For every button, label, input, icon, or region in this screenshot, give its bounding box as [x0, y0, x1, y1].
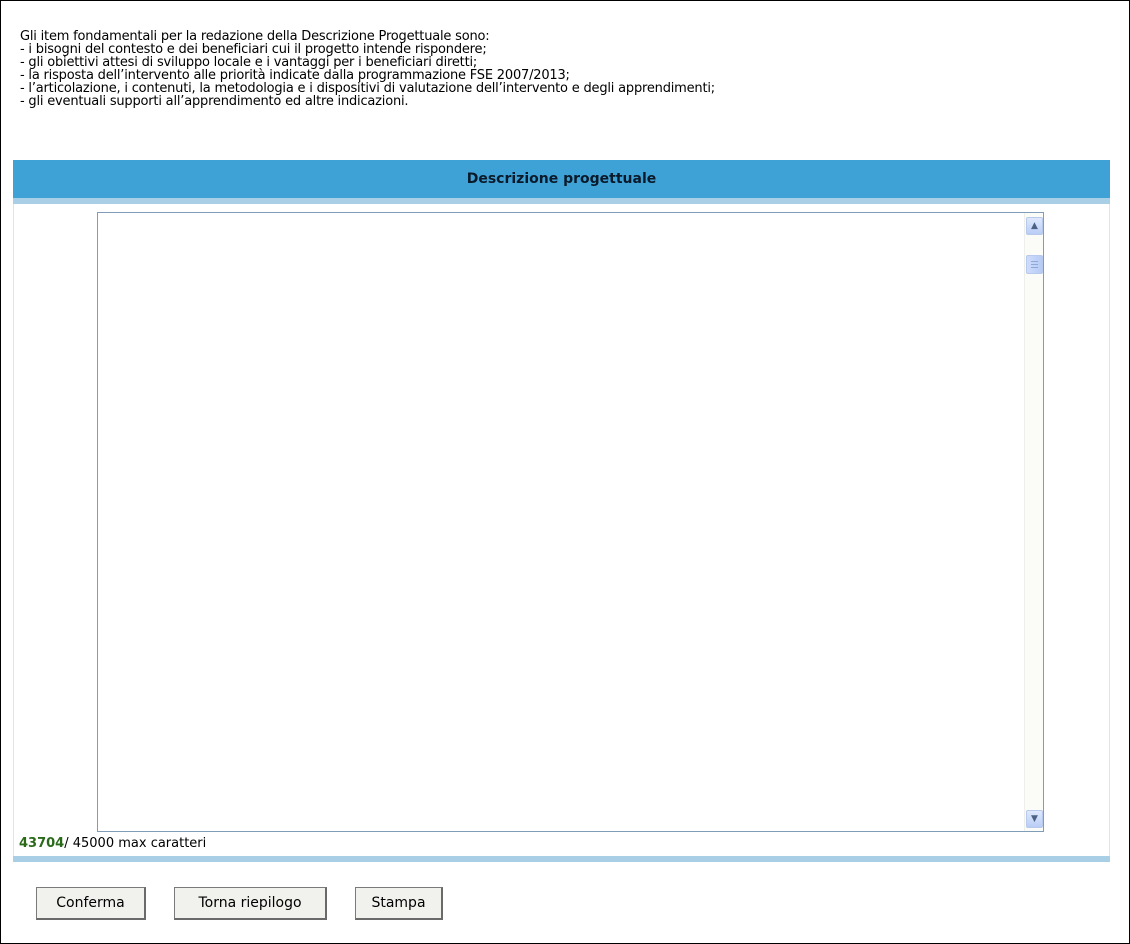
scroll-up-icon[interactable]: ▲ [1026, 217, 1043, 235]
instructions-text: Gli item fondamentali per la redazione d… [20, 30, 1110, 108]
scrollbar-thumb[interactable] [1026, 255, 1043, 274]
description-textarea[interactable]: ▲ ▼ [97, 212, 1044, 832]
textarea-scrollbar[interactable]: ▲ ▼ [1024, 213, 1043, 831]
panel-body: ▲ ▼ 43704/ 45000 max caratteri [13, 204, 1110, 856]
scroll-down-icon[interactable]: ▼ [1026, 810, 1043, 828]
character-max-label: / 45000 max caratteri [64, 836, 207, 851]
back-to-summary-button[interactable]: Torna riepilogo [174, 887, 327, 920]
confirm-button[interactable]: Conferma [36, 887, 146, 920]
print-button[interactable]: Stampa [355, 887, 443, 920]
instructions-item: - gli eventuali supporti all’apprendimen… [20, 94, 409, 109]
description-panel: Descrizione progettuale ▲ ▼ 43704/ 45000… [13, 160, 1110, 862]
character-count: 43704 [19, 836, 65, 851]
panel-title: Descrizione progettuale [13, 160, 1110, 204]
character-counter: 43704/ 45000 max caratteri [19, 836, 206, 852]
